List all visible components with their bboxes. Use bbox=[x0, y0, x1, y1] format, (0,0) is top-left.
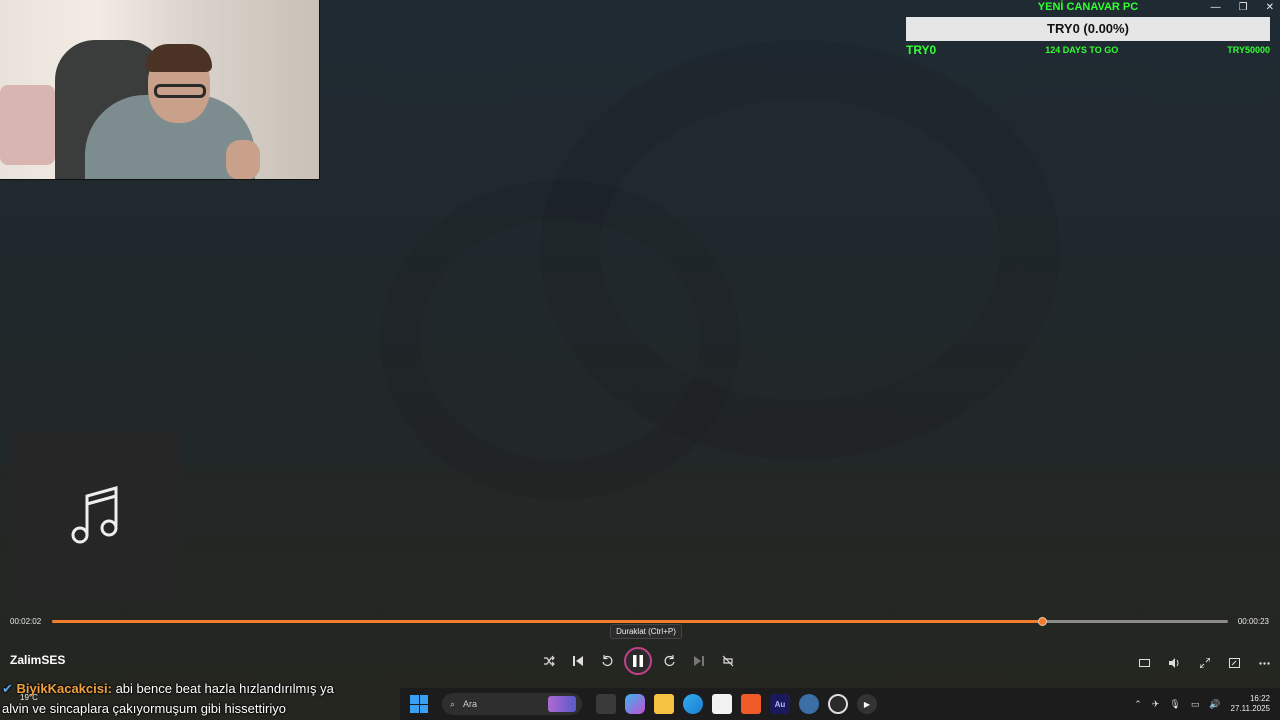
taskbar-search[interactable]: ⌕ Ara bbox=[442, 693, 582, 715]
system-tray: ⌃ ✈ 🎙 ▭ 🔊 16:22 27.11.2025 bbox=[1134, 694, 1270, 714]
windows-start-icon[interactable] bbox=[410, 695, 428, 713]
seek-bar-thumb[interactable] bbox=[1038, 617, 1048, 626]
next-icon[interactable] bbox=[684, 648, 713, 674]
fullscreen-icon[interactable] bbox=[1195, 650, 1214, 676]
store-icon[interactable] bbox=[712, 694, 732, 714]
verified-icon: ✔ bbox=[2, 681, 13, 696]
shuffle-icon[interactable] bbox=[534, 648, 563, 674]
rewind-10-icon[interactable] bbox=[592, 648, 621, 674]
taskbar: ⌕ Ara Au ▶ ⌃ ✈ 🎙 ▭ 🔊 16:22 27.11.2025 bbox=[400, 688, 1280, 720]
elapsed-time: 00:02:02 bbox=[10, 617, 42, 626]
pause-button[interactable] bbox=[624, 647, 652, 675]
brave-icon[interactable] bbox=[741, 694, 761, 714]
clock-time: 16:22 bbox=[1249, 694, 1270, 703]
edge-icon[interactable] bbox=[683, 694, 703, 714]
goal-title: YENİ CANAVAR PC bbox=[1037, 1, 1139, 13]
previous-icon[interactable] bbox=[563, 648, 592, 674]
chat-text-line2: alvin ve sincaplara çakıyormuşum gibi hi… bbox=[2, 701, 286, 716]
mini-player-icon[interactable] bbox=[1135, 650, 1154, 676]
seek-bar-filled bbox=[52, 620, 1043, 623]
task-view-icon[interactable] bbox=[596, 694, 616, 714]
goal-target: TRY50000 bbox=[1227, 45, 1270, 55]
search-highlight-icon bbox=[548, 696, 576, 712]
weather-temp: 19°C bbox=[20, 693, 38, 702]
secondary-controls bbox=[1135, 650, 1274, 676]
settings-app-icon[interactable] bbox=[799, 694, 819, 714]
weather-widget[interactable]: 19°C bbox=[20, 693, 38, 702]
music-note-icon bbox=[71, 486, 118, 544]
clock[interactable]: 16:22 27.11.2025 bbox=[1231, 694, 1270, 714]
remaining-time: 00:00:23 bbox=[1237, 617, 1269, 626]
clock-date: 27.11.2025 bbox=[1230, 704, 1270, 713]
microphone-icon[interactable]: 🎙 bbox=[1169, 699, 1180, 710]
pause-tooltip: Duraklat (Ctrl+P) bbox=[610, 624, 682, 639]
display-icon[interactable]: ▭ bbox=[1191, 699, 1200, 710]
speaker-icon[interactable]: 🔊 bbox=[1209, 699, 1220, 710]
repeat-off-icon[interactable] bbox=[713, 648, 742, 674]
goal-progress-text: TRY0 (0.00%) bbox=[1047, 21, 1129, 36]
more-icon[interactable] bbox=[1255, 650, 1274, 676]
file-explorer-icon[interactable] bbox=[654, 694, 674, 714]
pause-icon bbox=[633, 655, 643, 667]
chevron-up-icon[interactable]: ⌃ bbox=[1134, 699, 1142, 710]
media-player-icon[interactable]: ▶ bbox=[857, 694, 877, 714]
webcam-overlay bbox=[0, 0, 320, 180]
chat-text-line1: abi bence beat hazla hızlandırılmış ya bbox=[115, 681, 334, 696]
goal-current: TRY0 bbox=[906, 43, 937, 57]
search-placeholder: Ara bbox=[463, 699, 478, 709]
audition-icon[interactable]: Au bbox=[770, 694, 790, 714]
playback-controls bbox=[534, 647, 742, 675]
network-off-icon[interactable]: ✈ bbox=[1152, 699, 1160, 710]
search-icon: ⌕ bbox=[450, 698, 456, 709]
donation-goal: YENİ CANAVAR PC TRY0 (0.00%) TRY0 124 DA… bbox=[906, 0, 1270, 57]
album-art bbox=[12, 432, 180, 598]
goal-days-left: 124 DAYS TO GO bbox=[1045, 45, 1119, 55]
forward-30-icon[interactable] bbox=[655, 648, 684, 674]
chat-message: ✔ BiyikKacakcisi: abi bence beat hazla h… bbox=[2, 679, 402, 719]
track-title: ZalimSES bbox=[10, 653, 66, 667]
background-art bbox=[380, 180, 740, 500]
volume-icon[interactable] bbox=[1165, 650, 1184, 676]
cast-icon[interactable] bbox=[1225, 650, 1244, 676]
obs-icon[interactable] bbox=[828, 694, 848, 714]
goal-progress-bar: TRY0 (0.00%) bbox=[906, 17, 1270, 41]
copilot-icon[interactable] bbox=[625, 694, 645, 714]
seek-bar[interactable] bbox=[52, 617, 1228, 626]
